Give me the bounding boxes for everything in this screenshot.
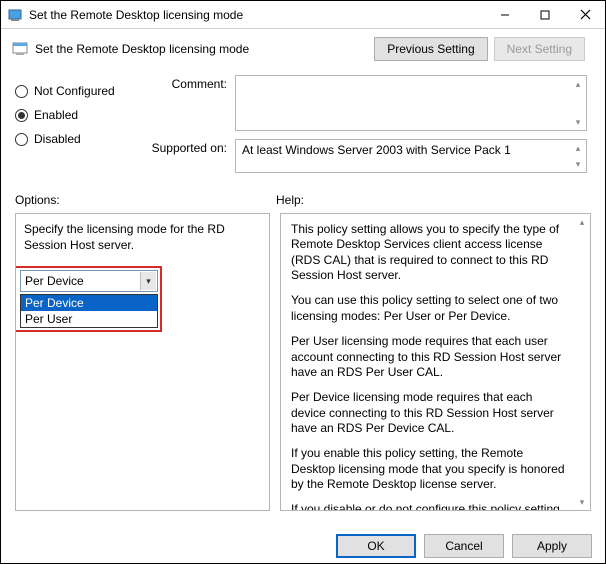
titlebar: Set the Remote Desktop licensing mode — [1, 1, 605, 29]
combobox-value: Per Device — [25, 274, 84, 288]
apply-button[interactable]: Apply — [512, 534, 592, 558]
cancel-button[interactable]: Cancel — [424, 534, 504, 558]
minimize-button[interactable] — [485, 1, 525, 28]
next-setting-button: Next Setting — [494, 37, 585, 61]
comment-label: Comment: — [150, 75, 235, 131]
scroll-down-icon[interactable]: ▾ — [571, 115, 585, 129]
policy-icon — [11, 40, 29, 58]
scrollbar[interactable]: ▴ ▾ — [575, 215, 589, 509]
scroll-down-icon[interactable]: ▾ — [571, 157, 585, 171]
licensing-mode-combobox[interactable]: Per Device ▾ — [20, 270, 158, 292]
scroll-up-icon[interactable]: ▴ — [571, 141, 585, 155]
fields-column: Comment: ▴ ▾ Supported on: At least Wind… — [150, 75, 591, 181]
scroll-up-icon[interactable]: ▴ — [571, 77, 585, 91]
radio-not-configured[interactable]: Not Configured — [15, 79, 150, 103]
help-panel: This policy setting allows you to specif… — [280, 213, 591, 511]
scroll-down-icon[interactable]: ▾ — [575, 495, 589, 509]
window-buttons — [485, 1, 605, 28]
licensing-mode-dropdown[interactable]: Per Device Per User — [20, 294, 158, 328]
help-paragraph: Per User licensing mode requires that ea… — [291, 334, 568, 380]
previous-setting-button[interactable]: Previous Setting — [374, 37, 487, 61]
radio-enabled[interactable]: Enabled — [15, 103, 150, 127]
help-paragraph: If you disable or do not configure this … — [291, 502, 568, 511]
supported-on-field: At least Windows Server 2003 with Servic… — [235, 139, 587, 173]
config-area: Not Configured Enabled Disabled Comment:… — [1, 65, 605, 181]
dropdown-option-per-device[interactable]: Per Device — [21, 295, 157, 311]
state-radios: Not Configured Enabled Disabled — [15, 75, 150, 181]
panels: Specify the licensing mode for the RD Se… — [1, 213, 605, 511]
dropdown-option-per-user[interactable]: Per User — [21, 311, 157, 327]
scrollbar[interactable]: ▴ ▾ — [571, 77, 585, 129]
help-paragraph: This policy setting allows you to specif… — [291, 222, 568, 283]
maximize-button[interactable] — [525, 1, 565, 28]
radio-disabled[interactable]: Disabled — [15, 127, 150, 151]
supported-on-label: Supported on: — [150, 139, 235, 173]
app-icon — [7, 7, 23, 23]
window-title: Set the Remote Desktop licensing mode — [29, 8, 485, 22]
radio-icon — [15, 133, 28, 146]
radio-label: Enabled — [34, 108, 78, 122]
radio-icon — [15, 85, 28, 98]
header-title: Set the Remote Desktop licensing mode — [35, 42, 374, 56]
help-paragraph: If you enable this policy setting, the R… — [291, 446, 568, 492]
chevron-down-icon[interactable]: ▾ — [140, 272, 156, 290]
radio-label: Not Configured — [34, 84, 115, 98]
options-instruction: Specify the licensing mode for the RD Se… — [24, 222, 261, 253]
header-row: Set the Remote Desktop licensing mode Pr… — [1, 29, 605, 65]
help-header: Help: — [270, 193, 591, 207]
radio-label: Disabled — [34, 132, 81, 146]
supported-on-value: At least Windows Server 2003 with Servic… — [242, 143, 511, 157]
radio-icon — [15, 109, 28, 122]
dialog-footer: OK Cancel Apply — [336, 534, 592, 558]
scroll-up-icon[interactable]: ▴ — [575, 215, 589, 229]
close-button[interactable] — [565, 1, 605, 28]
comment-textarea[interactable]: ▴ ▾ — [235, 75, 587, 131]
options-header: Options: — [15, 193, 270, 207]
nav-buttons: Previous Setting Next Setting — [374, 37, 585, 61]
help-paragraph: Per Device licensing mode requires that … — [291, 390, 568, 436]
ok-button[interactable]: OK — [336, 534, 416, 558]
column-headers: Options: Help: — [1, 181, 605, 213]
help-text: This policy setting allows you to specif… — [291, 222, 568, 511]
scrollbar[interactable]: ▴ ▾ — [571, 141, 585, 171]
highlight-annotation: Per Device ▾ Per Device Per User — [15, 266, 162, 332]
help-paragraph: You can use this policy setting to selec… — [291, 293, 568, 324]
options-panel: Specify the licensing mode for the RD Se… — [15, 213, 270, 511]
